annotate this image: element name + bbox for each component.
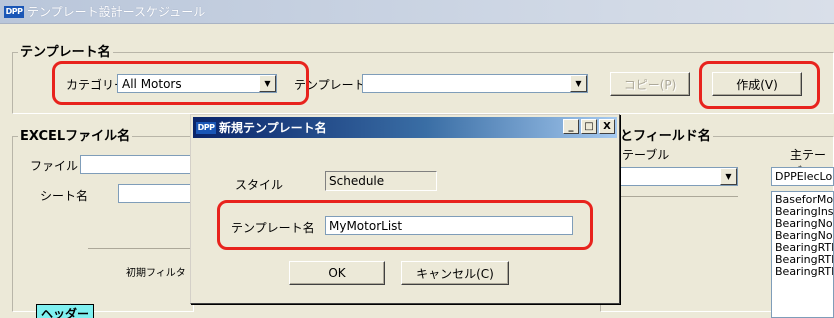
header-tag[interactable]: ヘッダー	[36, 304, 95, 318]
style-label: スタイル	[235, 178, 284, 192]
style-value: Schedule	[325, 171, 437, 191]
file-label: ファイル	[30, 159, 79, 173]
list-panel-divider	[600, 196, 738, 197]
dialog-window-controls: _ □ X	[563, 119, 615, 134]
main-table-field[interactable]: DPPElecLo	[771, 167, 834, 186]
field-listbox[interactable]: BaseforMo BearingIns BearingNol BearingN…	[771, 191, 834, 318]
table-label: テーブル	[622, 148, 670, 162]
excel-group-title: EXCELファイル名	[18, 125, 133, 144]
filter-panel-divider	[88, 248, 192, 249]
table-select[interactable]: ▼	[600, 167, 738, 186]
ok-button[interactable]: OK	[289, 261, 385, 285]
dpp-app-icon: DPP	[4, 5, 24, 18]
cancel-button[interactable]: キャンセル(C)	[401, 261, 509, 285]
new-template-dialog: DPP 新規テンプレート名 _ □ X スタイル Schedule テンプレート…	[190, 114, 620, 304]
template-label: テンプレート	[294, 78, 366, 92]
template-name-input[interactable]: MyMotorList	[325, 216, 573, 235]
chevron-down-icon[interactable]: ▼	[259, 75, 276, 92]
chevron-down-icon[interactable]: ▼	[720, 168, 737, 185]
chevron-down-icon[interactable]: ▼	[570, 75, 587, 92]
window-titlebar[interactable]: DPP テンプレート設計ースケジュール	[0, 0, 834, 24]
category-select[interactable]: All Motors ▼	[117, 74, 277, 93]
filter-tab[interactable]: 初期フィルタ	[126, 264, 186, 279]
sheet-label: シート名	[40, 189, 89, 203]
create-button[interactable]: 作成(V)	[712, 72, 802, 96]
table-field-group-title: とフィールド名	[618, 125, 713, 144]
category-select-value: All Motors	[122, 76, 182, 91]
window-title: テンプレート設計ースケジュール	[27, 5, 206, 19]
list-item[interactable]: BearingRTI	[775, 266, 833, 278]
dialog-title: 新規テンプレート名	[219, 121, 327, 135]
template-name-label: テンプレート名	[231, 221, 315, 235]
sheet-input[interactable]	[118, 184, 192, 203]
copy-button[interactable]: コピー(P)	[610, 72, 690, 96]
dialog-titlebar[interactable]: DPP 新規テンプレート名 _ □ X	[193, 117, 617, 138]
file-input[interactable]	[80, 155, 192, 174]
close-icon[interactable]: X	[599, 119, 615, 134]
minimize-icon[interactable]: _	[563, 119, 579, 134]
template-group-title: テンプレート名	[18, 41, 113, 60]
template-select[interactable]: ▼	[362, 74, 588, 93]
maximize-icon[interactable]: □	[581, 119, 597, 134]
dpp-app-icon: DPP	[196, 121, 216, 134]
